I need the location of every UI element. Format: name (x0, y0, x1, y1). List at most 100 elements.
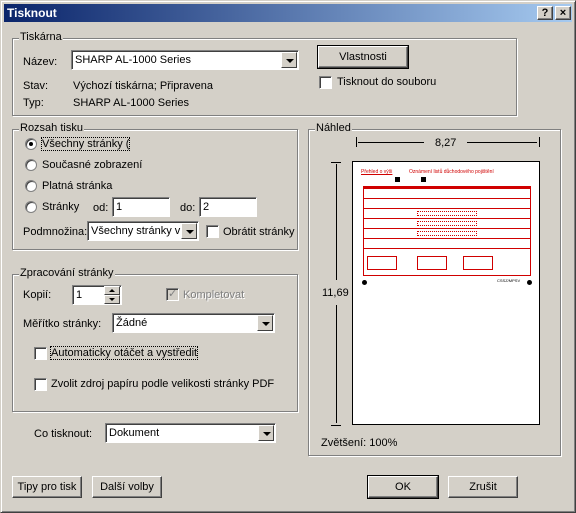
doc-title-center: Oznámení listů důchodového pojištění (409, 169, 494, 175)
height-dimension-tick-bottom (331, 425, 341, 426)
print-to-file-checkbox[interactable] (319, 76, 332, 89)
print-what-value: Dokument (109, 427, 160, 439)
print-what-label: Co tisknout: (34, 428, 93, 440)
print-tips-button-label: Tipy pro tisk (17, 481, 77, 493)
title-bar[interactable]: Tisknout ? × (4, 4, 572, 22)
doc-field-cells (417, 231, 477, 236)
copies-label: Kopií: (23, 289, 52, 301)
reverse-pages-label[interactable]: Obrátit stránky (223, 226, 295, 238)
range-all-radio[interactable] (25, 138, 37, 150)
subset-label: Podmnožina: (23, 226, 88, 238)
copies-stepper[interactable] (104, 286, 120, 304)
chevron-down-icon[interactable] (281, 52, 297, 68)
doc-field-cells (417, 211, 477, 216)
range-from-input[interactable]: 1 (112, 197, 170, 217)
range-from-value: 1 (116, 201, 123, 213)
auto-rotate-label[interactable]: Automaticky otáčet a vystředit (49, 346, 199, 360)
chevron-down-icon[interactable] (258, 425, 274, 441)
stepper-up-icon[interactable] (104, 286, 120, 295)
ok-button[interactable]: OK (367, 475, 439, 499)
doc-footer: CSSZ/MPSV (497, 278, 521, 283)
scale-select[interactable]: Žádné (112, 313, 275, 333)
doc-field-cells (417, 221, 477, 226)
doc-row-line (363, 198, 531, 199)
range-pages-radio[interactable] (25, 201, 37, 213)
window-title: Tisknout (7, 6, 57, 20)
preview-height-value: 11,69 (322, 287, 349, 299)
height-dimension-line-bottom (336, 305, 337, 423)
print-what-select[interactable]: Dokument (105, 423, 276, 443)
ok-button-label: OK (395, 481, 411, 493)
width-dimension-line-left (358, 142, 424, 143)
print-range-legend: Rozsah tisku (19, 122, 84, 134)
range-current-page-label[interactable]: Platná stránka (42, 180, 112, 192)
print-to-file-label[interactable]: Tisknout do souboru (337, 76, 436, 88)
chevron-down-icon[interactable] (257, 315, 273, 331)
range-from-label: od: (93, 202, 109, 214)
close-button[interactable]: × (555, 6, 571, 20)
stepper-down-icon[interactable] (104, 295, 120, 304)
copies-input[interactable]: 1 (72, 285, 122, 305)
doc-hole-dot (527, 280, 532, 285)
copies-value: 1 (76, 289, 83, 301)
print-tips-button[interactable]: Tipy pro tisk (12, 476, 82, 498)
cancel-button-label: Zrušit (469, 481, 497, 493)
cancel-button[interactable]: Zrušit (448, 476, 518, 498)
doc-hole-dot (362, 280, 367, 285)
doc-box (463, 256, 493, 270)
reverse-pages-checkbox[interactable] (206, 225, 219, 238)
doc-row-line (363, 208, 531, 209)
collate-label: Kompletovat (183, 289, 245, 301)
range-to-input[interactable]: 2 (199, 197, 257, 217)
range-current-page-radio[interactable] (25, 180, 37, 192)
printer-legend: Tiskárna (19, 31, 63, 43)
printer-type-label: Typ: (23, 97, 44, 109)
subset-select[interactable]: Všechny stránky v (87, 221, 199, 241)
width-dimension-tick-left (356, 137, 357, 147)
printer-name-select[interactable]: SHARP AL-1000 Series (71, 50, 299, 70)
preview-legend: Náhled (315, 122, 352, 134)
document-thumbnail: Přehled o výši Oznámení listů důchodovéh… (359, 168, 535, 294)
doc-box (367, 256, 397, 270)
height-dimension-tick-top (331, 162, 341, 163)
printer-name-label: Název: (23, 56, 58, 68)
printer-type-value: SHARP AL-1000 Series (73, 97, 189, 109)
printer-status-value: Výchozí tiskárna; Připravena (73, 80, 214, 92)
printer-name-value: SHARP AL-1000 Series (75, 54, 191, 66)
doc-row-line (363, 238, 531, 239)
help-button[interactable]: ? (537, 6, 553, 20)
more-options-button[interactable]: Další volby (92, 476, 162, 498)
doc-row-line (363, 218, 531, 219)
width-dimension-line-right (467, 142, 537, 143)
preview-width-value: 8,27 (435, 137, 457, 149)
properties-button-label: Vlastnosti (339, 51, 387, 63)
paper-source-label[interactable]: Zvolit zdroj papíru podle velikosti strá… (51, 378, 274, 390)
height-dimension-line-top (336, 164, 337, 280)
range-to-value: 2 (203, 201, 210, 213)
auto-rotate-checkbox[interactable] (34, 347, 47, 360)
scale-value: Žádné (116, 317, 148, 329)
print-dialog: Tisknout ? × Tiskárna Název: SHARP AL-10… (0, 0, 576, 513)
doc-row-line (363, 228, 531, 229)
properties-button[interactable]: Vlastnosti (317, 45, 409, 69)
doc-row-line (363, 248, 531, 249)
range-current-view-label[interactable]: Současné zobrazení (42, 159, 142, 171)
page-preview: Přehled o výši Oznámení listů důchodovéh… (352, 161, 540, 425)
range-pages-label[interactable]: Stránky (42, 201, 79, 213)
doc-box (417, 256, 447, 270)
paper-source-checkbox[interactable] (34, 378, 47, 391)
page-handling-legend: Zpracování stránky (19, 267, 115, 279)
range-all-label[interactable]: Všechny stránky ( (40, 137, 131, 151)
page-handling-group: Zpracování stránky (12, 267, 298, 412)
more-options-button-label: Další volby (100, 481, 154, 493)
range-current-view-radio[interactable] (25, 159, 37, 171)
printer-status-label: Stav: (23, 80, 49, 92)
scale-label: Měřítko stránky: (23, 318, 102, 330)
doc-title-left: Přehled o výši (361, 169, 393, 175)
doc-marker (395, 177, 400, 182)
width-dimension-tick-right (539, 137, 540, 147)
range-to-label: do: (180, 202, 196, 214)
doc-marker (421, 177, 426, 182)
chevron-down-icon[interactable] (181, 223, 197, 239)
collate-checkbox (166, 287, 179, 301)
